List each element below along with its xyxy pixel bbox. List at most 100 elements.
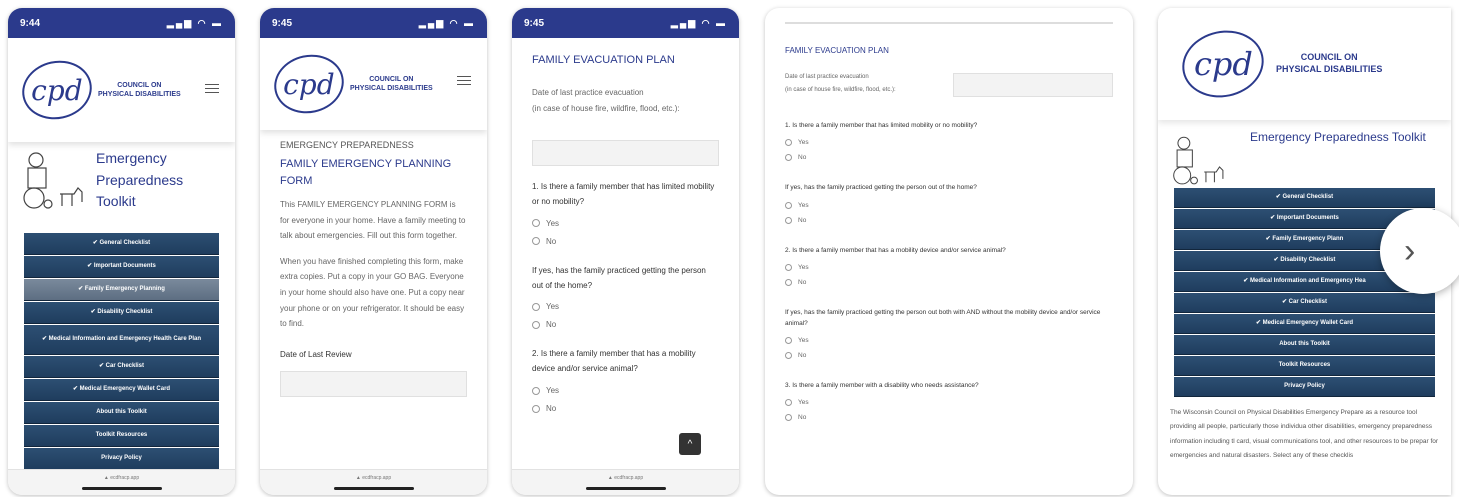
nav-wallet-card[interactable]: ✔ Medical Emergency Wallet Card xyxy=(24,379,219,402)
status-bar: 9:45 ▂▄▆ ◠ ▬ xyxy=(260,8,487,38)
nav-wallet-card[interactable]: ✔ Medical Emergency Wallet Card xyxy=(1174,314,1435,334)
radio-button[interactable] xyxy=(785,201,792,209)
radio-button[interactable] xyxy=(785,399,792,407)
evacuation-date-input[interactable] xyxy=(532,140,719,167)
radio-option-no[interactable]: No xyxy=(785,351,1113,359)
review-date-input[interactable] xyxy=(280,370,467,397)
radio-option-no[interactable]: No xyxy=(785,154,1113,162)
browser-bottom-bar: ▲ ecdfracp.app xyxy=(512,469,739,495)
screenshot-1: 9:44 ▂▄▆ ◠ ▬ cpd COUNCIL ON PHYSICAL DIS… xyxy=(8,8,235,495)
radio-option-no[interactable]: No xyxy=(785,279,1113,287)
form-title: FAMILY EMERGENCY PLANNING FORM xyxy=(280,158,452,188)
radio-button[interactable] xyxy=(532,386,540,395)
signal-wifi-battery-icon: ▂▄▆ ◠ ▬ xyxy=(166,17,223,28)
radio-button[interactable] xyxy=(785,351,792,359)
radio-option-no[interactable]: No xyxy=(532,404,719,413)
toolkit-heading: Emergency Preparedness Toolkit xyxy=(8,142,235,219)
nav-family-emergency-planning[interactable]: ✔ Family Emergency Planning xyxy=(24,279,219,302)
hamburger-menu-icon[interactable] xyxy=(205,84,219,96)
screenshot-3: 9:45 ▂▄▆ ◠ ▬ FAMILY EVACUATION PLAN Date… xyxy=(512,8,739,495)
hamburger-menu-icon[interactable] xyxy=(457,76,471,88)
intro-paragraph: This FAMILY EMERGENCY PLANNING FORM is f… xyxy=(280,200,466,241)
nav-about-toolkit[interactable]: About this Toolkit xyxy=(24,402,219,425)
status-bar: 9:44 ▂▄▆ ◠ ▬ xyxy=(8,8,235,38)
org-name: COUNCIL ON PHYSICAL DISABILITIES xyxy=(1276,52,1383,74)
home-indicator[interactable] xyxy=(333,487,414,490)
date-label-line2: (in case of house fire, wildfire, flood,… xyxy=(532,103,680,113)
radio-button[interactable] xyxy=(785,414,792,422)
nav-about-toolkit[interactable]: About this Toolkit xyxy=(1174,335,1435,355)
radio-option-yes[interactable]: Yes xyxy=(785,399,1113,407)
scroll-to-top-button[interactable]: ^ xyxy=(679,433,701,455)
review-date-label: Date of Last Review xyxy=(280,349,352,359)
wheelchair-user-with-service-dog-icon xyxy=(1172,134,1228,188)
radio-option-yes[interactable]: Yes xyxy=(785,201,1113,209)
question-1b: If yes, has the family practiced getting… xyxy=(532,265,706,290)
cpd-logo[interactable]: cpd xyxy=(1176,23,1270,105)
radio-option-no[interactable]: No xyxy=(532,237,719,246)
nav-important-documents[interactable]: ✔ Important Documents xyxy=(24,256,219,279)
site-header: cpd COUNCIL ON PHYSICAL DISABILITIES xyxy=(8,38,235,142)
date-label-line1: Date of last practice evacuation xyxy=(785,74,869,80)
radio-option-no[interactable]: No xyxy=(785,414,1113,422)
radio-button[interactable] xyxy=(532,404,540,413)
site-header: cpd COUNCIL ON PHYSICAL DISABILITIES xyxy=(1158,8,1451,120)
radio-button[interactable] xyxy=(532,320,540,329)
browser-bottom-bar: ▲ ecdfracp.app xyxy=(260,469,487,495)
radio-button[interactable] xyxy=(785,139,792,147)
radio-button[interactable] xyxy=(785,154,792,162)
evacuation-heading: FAMILY EVACUATION PLAN xyxy=(532,54,675,66)
radio-option-yes[interactable]: Yes xyxy=(785,139,1113,147)
radio-button[interactable] xyxy=(532,237,540,246)
question-1: 1. Is there a family member that has lim… xyxy=(532,182,715,207)
signal-wifi-battery-icon: ▂▄▆ ◠ ▬ xyxy=(418,17,475,28)
radio-option-yes[interactable]: Yes xyxy=(532,219,719,228)
screenshot-2: 9:45 ▂▄▆ ◠ ▬ cpd COUNCIL ON PHYSICAL DIS… xyxy=(260,8,487,495)
status-time: 9:45 xyxy=(272,17,293,29)
question-3: 3. Is there a family member with a disab… xyxy=(785,381,979,389)
toolkit-title: Emergency Preparedness Toolkit xyxy=(1250,130,1426,144)
toolkit-nav: ✔ General Checklist ✔ Important Document… xyxy=(8,233,235,471)
status-bar: 9:45 ▂▄▆ ◠ ▬ xyxy=(512,8,739,38)
org-name: COUNCIL ON PHYSICAL DISABILITIES xyxy=(350,75,433,92)
home-indicator[interactable] xyxy=(585,487,666,490)
nav-toolkit-resources[interactable]: Toolkit Resources xyxy=(1174,356,1435,376)
cpd-logo[interactable]: cpd xyxy=(268,48,350,120)
radio-option-yes[interactable]: Yes xyxy=(532,386,719,395)
radio-button[interactable] xyxy=(785,216,792,224)
nav-privacy-policy[interactable]: Privacy Policy xyxy=(1174,377,1435,397)
nav-general-checklist[interactable]: ✔ General Checklist xyxy=(1174,188,1435,208)
carousel-next-button[interactable]: › xyxy=(1380,208,1459,294)
date-label-line2: (in case of house fire, wildfire, flood,… xyxy=(785,86,896,93)
nav-general-checklist[interactable]: ✔ General Checklist xyxy=(24,233,219,256)
nav-toolkit-resources[interactable]: Toolkit Resources xyxy=(24,425,219,448)
radio-option-yes[interactable]: Yes xyxy=(785,336,1113,344)
browser-bottom-bar: ▲ ecdfracp.app xyxy=(8,469,235,495)
evacuation-heading: FAMILY EVACUATION PLAN xyxy=(785,46,889,55)
question-1b: If yes, has the family practiced getting… xyxy=(785,184,977,192)
cpd-logo[interactable]: cpd xyxy=(16,54,98,126)
nav-disability-checklist[interactable]: ✔ Disability Checklist xyxy=(24,302,219,325)
radio-button[interactable] xyxy=(532,302,540,311)
instructions-paragraph: When you have finished completing this f… xyxy=(280,256,465,329)
home-indicator[interactable] xyxy=(81,487,162,490)
nav-car-checklist[interactable]: ✔ Car Checklist xyxy=(24,356,219,379)
nav-medical-information[interactable]: ✔ Medical Information and Emergency Heal… xyxy=(24,325,219,356)
wheelchair-user-with-service-dog-icon xyxy=(22,150,88,212)
url-label: ▲ ecdfracp.app xyxy=(607,475,644,481)
evacuation-date-input[interactable] xyxy=(953,73,1113,97)
radio-option-yes[interactable]: Yes xyxy=(532,302,719,311)
radio-button[interactable] xyxy=(785,336,792,344)
nav-privacy-policy[interactable]: Privacy Policy xyxy=(24,448,219,471)
nav-car-checklist[interactable]: ✔ Car Checklist xyxy=(1174,293,1435,313)
radio-option-no[interactable]: No xyxy=(785,216,1113,224)
toolkit-description: The Wisconsin Council on Physical Disabi… xyxy=(1170,409,1439,459)
radio-button[interactable] xyxy=(532,219,540,228)
radio-option-yes[interactable]: Yes xyxy=(785,264,1113,272)
site-header: cpd COUNCIL ON PHYSICAL DISABILITIES xyxy=(260,38,487,130)
radio-button[interactable] xyxy=(785,264,792,272)
question-2: 2. Is there a family member that has a m… xyxy=(785,246,1006,254)
question-2b: If yes, has the family practiced getting… xyxy=(785,309,1101,327)
radio-option-no[interactable]: No xyxy=(532,320,719,329)
radio-button[interactable] xyxy=(785,279,792,287)
